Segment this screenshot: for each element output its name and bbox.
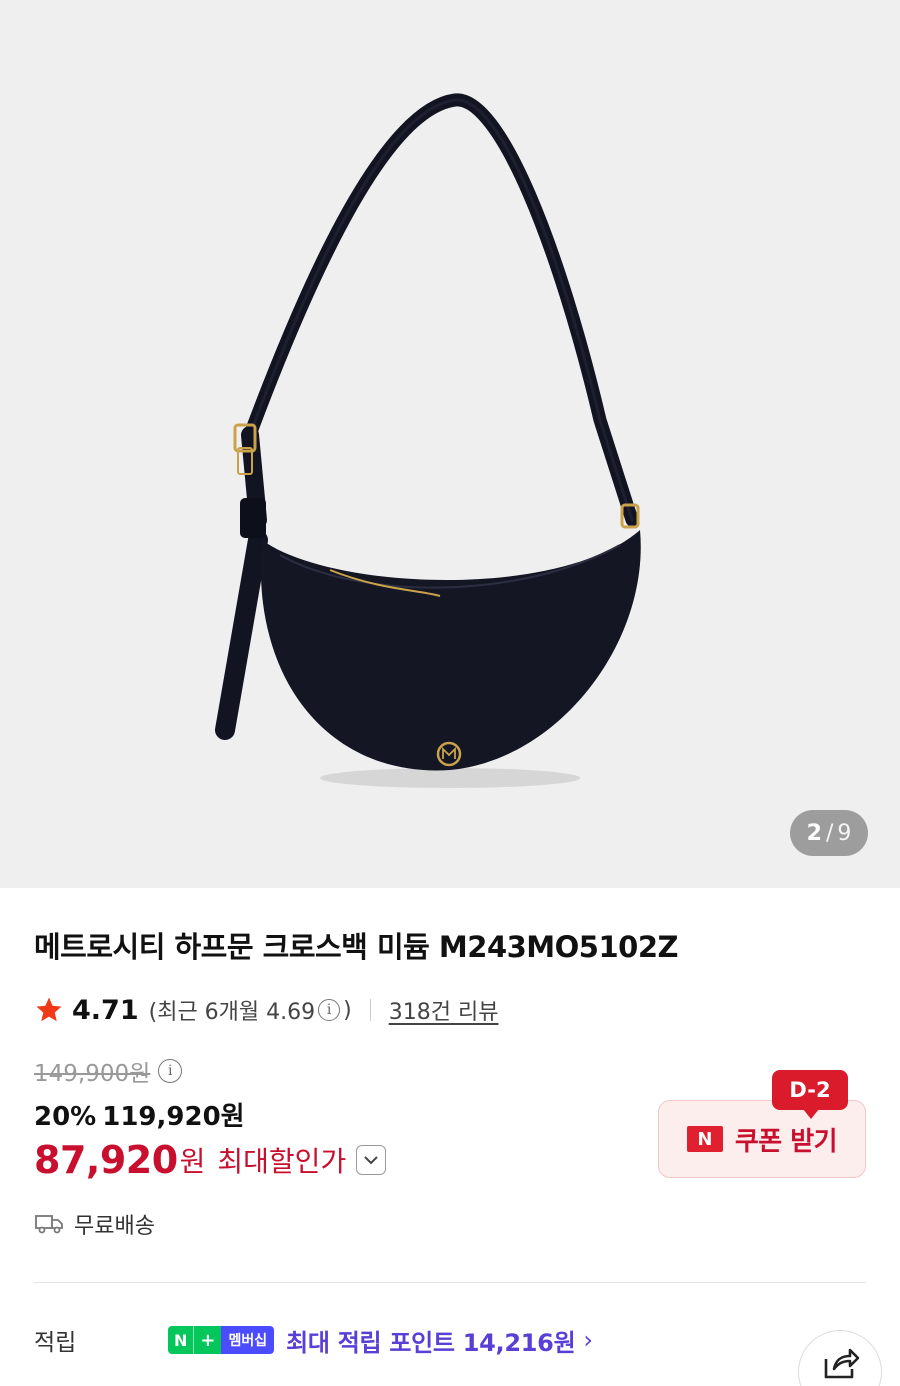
truck-icon (35, 1215, 63, 1234)
recent-rating: (최근 6개월 4.69 i ) (149, 994, 352, 1026)
product-image (215, 93, 641, 788)
product-title: 메트로시티 하프문 크로스백 미듐 M243MO5102Z (34, 930, 679, 964)
membership-n: N (168, 1326, 194, 1354)
image-counter-separator: / (825, 820, 834, 846)
membership-text: 멤버십 (221, 1326, 275, 1354)
recent-rating-close: ) (343, 997, 352, 1023)
shipping-row: 무료배송 (34, 1208, 155, 1240)
discount-price: 119,920원 (102, 1102, 245, 1132)
original-price-row: 149,900원 i (34, 1054, 185, 1088)
coupon-label: 쿠폰 받기 (734, 1126, 838, 1157)
divider (369, 999, 371, 1021)
recent-rating-text: (최근 6개월 4.69 (148, 1000, 316, 1025)
shipping-label: 무료배송 (74, 1214, 155, 1239)
image-counter-total: 9 (837, 820, 852, 846)
section-divider (34, 1282, 866, 1283)
product-image-gallery[interactable]: 2 / 9 (0, 0, 900, 888)
rating-row: 4.71 (최근 6개월 4.69 i ) 318건 리뷰 (34, 990, 498, 1030)
max-discount-dropdown-button[interactable] (356, 1145, 387, 1175)
discount-row: 20% 119,920원 (34, 1096, 245, 1133)
star-icon (36, 997, 62, 1022)
info-icon[interactable]: i (318, 999, 341, 1021)
points-text: 최대 적립 포인트 14,216원 (286, 1328, 576, 1357)
rating-value: 4.71 (72, 994, 139, 1026)
points-row[interactable]: 적립 N + 멤버십 최대 적립 포인트 14,216원 › (34, 1320, 866, 1360)
final-price: 87,920 (34, 1138, 178, 1182)
chevron-right-icon: › (583, 1326, 593, 1354)
share-icon (824, 1348, 860, 1379)
chevron-down-icon (364, 1156, 378, 1165)
final-price-currency: 원 (179, 1145, 206, 1178)
image-counter: 2 / 9 (790, 810, 868, 856)
final-price-row: 87,920 원 최대할인가 (34, 1138, 387, 1182)
naver-n-icon: N (686, 1126, 723, 1152)
coupon-button[interactable]: N 쿠폰 받기 (658, 1100, 866, 1178)
discount-percent: 20% (34, 1102, 97, 1132)
original-price: 149,900원 (34, 1061, 151, 1087)
points-label: 적립 (34, 1330, 77, 1356)
naver-plus-membership-badge: N + 멤버십 (168, 1326, 275, 1354)
membership-plus: + (193, 1326, 222, 1354)
review-count-link[interactable]: 318건 리뷰 (389, 994, 499, 1026)
image-counter-current: 2 (806, 820, 822, 846)
price-info-icon[interactable]: i (158, 1059, 183, 1083)
max-discount-label: 최대할인가 (217, 1145, 347, 1178)
coupon-dday-badge: D-2 (772, 1070, 848, 1119)
